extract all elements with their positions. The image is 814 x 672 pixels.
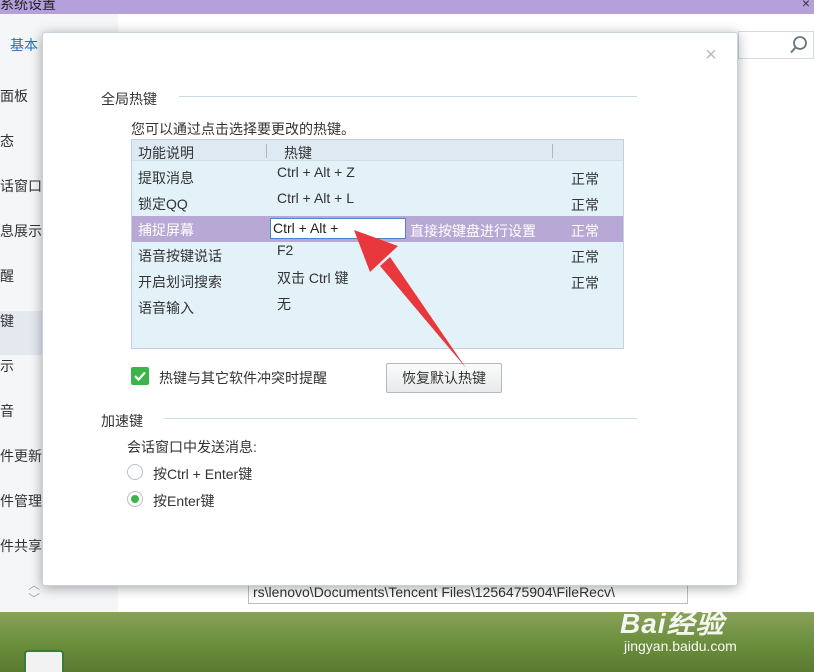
sidebar-item[interactable]: 件共享 bbox=[0, 536, 42, 556]
row-function: 语音输入 bbox=[138, 300, 194, 316]
row-status: 正常 bbox=[571, 275, 599, 291]
restore-default-hotkeys-button[interactable]: 恢复默认热键 bbox=[386, 363, 502, 393]
column-header-hotkey[interactable]: 热键 bbox=[284, 143, 312, 163]
conflict-warning-label[interactable]: 热键与其它软件冲突时提醒 bbox=[159, 368, 327, 388]
table-row[interactable]: 锁定QQ Ctrl + Alt + L 正常 bbox=[132, 190, 623, 216]
table-row[interactable]: 提取消息 Ctrl + Alt + Z 正常 bbox=[132, 164, 623, 190]
sidebar-item[interactable]: 醒 bbox=[0, 266, 14, 286]
sidebar-item[interactable]: 件管理 bbox=[0, 491, 42, 511]
background-titlebar: 系统设置 × bbox=[0, 0, 814, 14]
send-enter-label[interactable]: 按Enter键 bbox=[153, 491, 214, 511]
sidebar-item-hotkeys[interactable]: 键 bbox=[0, 311, 14, 331]
sidebar-item[interactable]: 态 bbox=[0, 131, 14, 151]
table-row-selected[interactable]: 捕捉屏幕 Ctrl + Alt + 直接按键盘进行设置 正常 bbox=[132, 216, 623, 242]
column-separator bbox=[266, 144, 267, 158]
column-header-function[interactable]: 功能说明 bbox=[138, 143, 194, 163]
section-divider bbox=[165, 418, 637, 419]
desktop-app-icon[interactable] bbox=[24, 650, 64, 672]
row-hotkey: F2 bbox=[277, 242, 294, 258]
row-function: 锁定QQ bbox=[138, 196, 188, 212]
sidebar-item[interactable]: 息展示 bbox=[0, 221, 42, 241]
sidebar-item[interactable]: 话窗口 bbox=[0, 176, 42, 196]
sidebar-item[interactable]: 音 bbox=[0, 401, 14, 421]
hotkey-description: 您可以通过点击选择要更改的热键。 bbox=[131, 121, 355, 137]
row-function: 开启划词搜索 bbox=[138, 274, 222, 290]
row-function: 语音按键说话 bbox=[138, 248, 222, 264]
row-hotkey: 双击 Ctrl 键 bbox=[277, 270, 349, 286]
send-message-description: 会话窗口中发送消息: bbox=[127, 439, 257, 455]
watermark-logo: Bai经验 bbox=[620, 608, 725, 639]
baidu-jingyan-watermark: Bai经验 jingyan.baidu.com bbox=[620, 602, 780, 662]
accelerator-keys-title: 加速键 bbox=[101, 413, 143, 429]
row-hotkey: Ctrl + Alt + L bbox=[277, 190, 355, 206]
row-hotkey: 无 bbox=[277, 296, 291, 312]
sidebar-scroll-arrows[interactable]: ︿ ﹀ bbox=[26, 578, 42, 612]
tab-basic[interactable]: 基本 bbox=[10, 35, 38, 55]
sidebar-item[interactable]: 示 bbox=[0, 356, 14, 376]
search-icon[interactable] bbox=[789, 35, 809, 55]
send-ctrl-enter-label[interactable]: 按Ctrl + Enter键 bbox=[153, 464, 252, 484]
table-row[interactable]: 开启划词搜索 双击 Ctrl 键 正常 bbox=[132, 268, 623, 294]
column-separator bbox=[552, 144, 553, 158]
row-status: 正常 bbox=[571, 249, 599, 265]
row-status: 正常 bbox=[571, 223, 599, 239]
hotkey-settings-dialog: × 全局热键 您可以通过点击选择要更改的热键。 功能说明 热键 提取消息 Ctr… bbox=[42, 32, 738, 586]
scroll-up-icon[interactable]: ︿ bbox=[26, 578, 42, 592]
sidebar-item[interactable]: 件更新 bbox=[0, 446, 42, 466]
hotkey-input-hint: 直接按键盘进行设置 bbox=[410, 223, 536, 239]
table-header: 功能说明 热键 bbox=[132, 140, 623, 161]
table-row[interactable]: 语音按键说话 F2 正常 bbox=[132, 242, 623, 268]
background-window-title: 系统设置 bbox=[0, 0, 56, 12]
row-function: 提取消息 bbox=[138, 170, 194, 186]
send-ctrl-enter-radio[interactable] bbox=[127, 464, 143, 480]
row-hotkey: Ctrl + Alt + Z bbox=[277, 164, 355, 180]
search-input[interactable] bbox=[738, 31, 814, 59]
watermark-url: jingyan.baidu.com bbox=[624, 638, 737, 654]
send-enter-radio[interactable] bbox=[127, 491, 143, 507]
checkmark-icon bbox=[134, 371, 146, 382]
section-divider bbox=[179, 96, 637, 97]
hotkey-input[interactable]: Ctrl + Alt + bbox=[270, 218, 406, 239]
scroll-down-icon[interactable]: ﹀ bbox=[26, 592, 42, 606]
row-status: 正常 bbox=[571, 171, 599, 187]
close-icon[interactable]: × bbox=[701, 45, 721, 65]
row-function: 捕捉屏幕 bbox=[138, 222, 194, 238]
background-close-icon[interactable]: × bbox=[802, 0, 810, 11]
table-row[interactable]: 语音输入 无 bbox=[132, 294, 623, 320]
global-hotkeys-title: 全局热键 bbox=[101, 91, 157, 107]
row-status: 正常 bbox=[571, 197, 599, 213]
sidebar-item[interactable]: 面板 bbox=[0, 86, 28, 106]
hotkey-table: 功能说明 热键 提取消息 Ctrl + Alt + Z 正常 锁定QQ Ctrl… bbox=[131, 139, 624, 349]
conflict-warning-checkbox[interactable] bbox=[131, 367, 149, 385]
